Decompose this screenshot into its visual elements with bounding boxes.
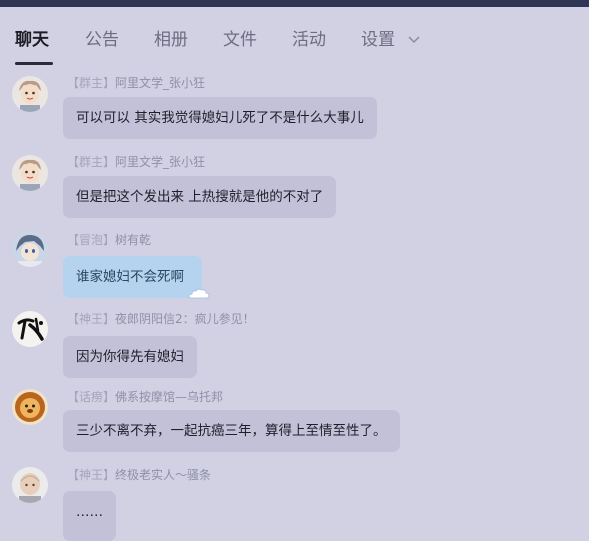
- sender-badge: 【冒泡】: [67, 233, 116, 247]
- sender-badge: 【神王】: [67, 468, 116, 482]
- tab-files[interactable]: 文件: [223, 29, 257, 51]
- calligraphy-avatar[interactable]: [12, 311, 48, 347]
- chevron-down-icon[interactable]: [408, 35, 420, 45]
- sender-name[interactable]: 夜郎阴阳信2：疯儿参见！: [115, 312, 255, 326]
- sender-line: 【群主】阿里文学_张小狂: [67, 75, 205, 91]
- cartoon-person-avatar[interactable]: [12, 155, 48, 191]
- sender-name[interactable]: 树有乾: [115, 233, 151, 247]
- sender-name[interactable]: 终极老实人～骚条: [115, 468, 211, 482]
- message-bubble[interactable]: 谁家媳妇不会死啊: [63, 256, 210, 299]
- active-tab-indicator: [15, 62, 53, 65]
- sender-name[interactable]: 阿里文学_张小狂: [115, 155, 205, 169]
- sender-line: 【冒泡】树有乾: [67, 232, 151, 248]
- sender-line: 【神王】夜郎阴阳信2：疯儿参见！: [67, 311, 255, 327]
- sender-line: 【群主】阿里文学_张小狂: [67, 154, 205, 170]
- message-bubble[interactable]: 因为你得先有媳妇: [63, 336, 197, 378]
- cloud-decoration-icon: [188, 288, 210, 299]
- tab-settings[interactable]: 设置: [361, 29, 395, 51]
- message-bubble[interactable]: 但是把这个发出来 上热搜就是他的不对了: [63, 176, 337, 218]
- sender-badge: 【神王】: [67, 312, 116, 326]
- message-bubble[interactable]: 可以可以 其实我觉得媳妇儿死了不是什么大事儿: [63, 97, 377, 139]
- cartoon-monk-avatar[interactable]: [12, 467, 48, 503]
- cartoon-person-avatar[interactable]: [12, 76, 48, 112]
- tab-chat[interactable]: 聊天: [15, 29, 49, 51]
- sender-badge: 【群主】: [67, 76, 116, 90]
- tab-announcement[interactable]: 公告: [85, 29, 119, 51]
- sender-name[interactable]: 佛系按摩馆—乌托邦: [115, 390, 223, 404]
- anime-character-avatar[interactable]: [12, 231, 48, 267]
- sender-name[interactable]: 阿里文学_张小狂: [115, 76, 205, 90]
- message-text: 谁家媳妇不会死啊: [76, 269, 184, 285]
- window-top-bar: [0, 0, 589, 7]
- tab-album[interactable]: 相册: [154, 29, 188, 51]
- tab-activities[interactable]: 活动: [292, 29, 326, 51]
- message-bubble[interactable]: 三少不离不弃，一起抗癌三年，算得上至情至性了。: [63, 410, 400, 452]
- sender-badge: 【群主】: [67, 155, 116, 169]
- sender-badge: 【话痨】: [67, 390, 116, 404]
- lion-cartoon-avatar[interactable]: [12, 389, 48, 425]
- sender-line: 【神王】终极老实人～骚条: [67, 467, 211, 483]
- message-bubble[interactable]: ……: [63, 491, 116, 541]
- tab-bar: 聊天 公告 相册 文件 活动 设置: [0, 7, 589, 65]
- sender-line: 【话痨】佛系按摩馆—乌托邦: [67, 389, 223, 405]
